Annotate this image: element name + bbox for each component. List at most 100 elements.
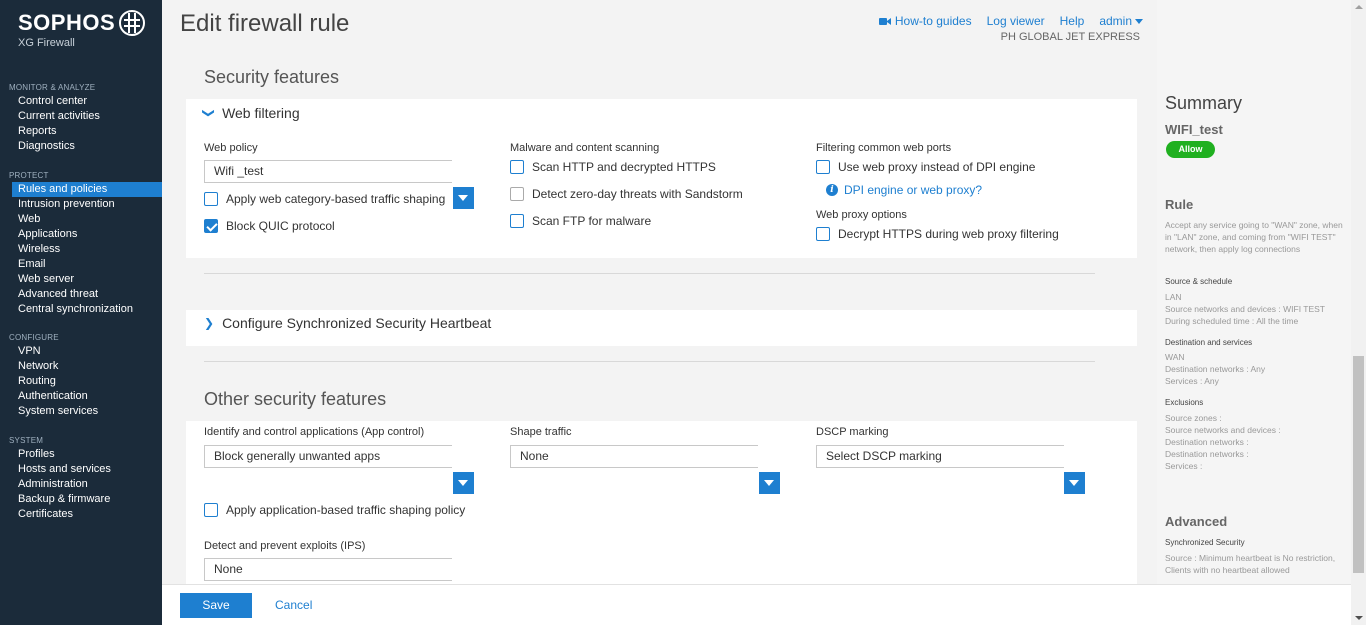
ips-label: Detect and prevent exploits (IPS)	[204, 540, 366, 552]
nav-system: SYSTEM Profiles Hosts and services Admin…	[0, 435, 162, 522]
scroll-up-arrow-icon[interactable]	[1355, 5, 1363, 9]
nav-item-central-synchronization[interactable]: Central synchronization	[0, 302, 162, 317]
app-control-select[interactable]: Block generally unwanted apps	[204, 445, 452, 468]
decrypt-https-checkbox[interactable]: Decrypt HTTPS during web proxy filtering	[816, 227, 1059, 241]
nav-item-applications[interactable]: Applications	[0, 227, 162, 242]
nav-heading-system: SYSTEM	[9, 436, 44, 445]
company-name: PH GLOBAL JET EXPRESS	[1000, 31, 1140, 43]
nav-item-reports[interactable]: Reports	[0, 124, 162, 139]
shape-traffic-dropdown-button[interactable]	[759, 472, 780, 494]
source-zone: LAN	[1165, 292, 1182, 302]
decrypt-https-label: Decrypt HTTPS during web proxy filtering	[838, 227, 1059, 241]
summary-panel: Summary WIFI_test Allow Rule Accept any …	[1157, 0, 1351, 584]
heartbeat-toggle[interactable]: ❯ Configure Synchronized Security Heartb…	[204, 315, 491, 331]
divider	[204, 361, 1095, 362]
chevron-down-icon: ❯	[202, 107, 217, 119]
checkbox-icon	[204, 503, 218, 517]
brand-name: SOPHOS	[18, 10, 116, 35]
nav-item-diagnostics[interactable]: Diagnostics	[0, 139, 162, 154]
dscp-dropdown-button[interactable]	[1064, 472, 1085, 494]
filtering-ports-label: Filtering common web ports	[816, 142, 952, 154]
nav-item-wireless[interactable]: Wireless	[0, 242, 162, 257]
page-scrollbar[interactable]	[1351, 0, 1366, 625]
chevron-right-icon: ❯	[204, 316, 215, 330]
scan-http-label: Scan HTTP and decrypted HTTPS	[532, 160, 716, 174]
nav-item-hosts-and-services[interactable]: Hosts and services	[0, 462, 162, 477]
exclusions-heading: Exclusions	[1165, 398, 1204, 407]
block-quic-checkbox[interactable]: Block QUIC protocol	[204, 219, 335, 233]
scrollbar-thumb[interactable]	[1353, 356, 1364, 573]
nav-item-rules-and-policies[interactable]: Rules and policies	[12, 182, 162, 197]
zero-day-checkbox[interactable]: Detect zero-day threats with Sandstorm	[510, 187, 743, 201]
brand-product: XG Firewall	[18, 37, 75, 49]
nav-monitor: MONITOR & ANALYZE Control center Current…	[0, 82, 162, 154]
sidebar: SOPHOS XG Firewall MONITOR & ANALYZE Con…	[0, 0, 162, 625]
howto-label: How-to guides	[894, 14, 972, 28]
nav-item-backup-firmware[interactable]: Backup & firmware	[0, 492, 162, 507]
dpi-or-proxy-link[interactable]: i DPI engine or web proxy?	[826, 183, 982, 197]
shape-traffic-select[interactable]: None	[510, 445, 758, 468]
nav-item-email[interactable]: Email	[0, 257, 162, 272]
nav-item-control-center[interactable]: Control center	[0, 94, 162, 109]
app-shaping-label: Apply application-based traffic shaping …	[226, 503, 466, 517]
source-networks: Source networks and devices : WIFI TEST	[1165, 304, 1325, 314]
nav-item-advanced-threat[interactable]: Advanced threat	[0, 287, 162, 302]
save-button[interactable]: Save	[180, 593, 252, 618]
admin-menu[interactable]: admin	[1099, 14, 1143, 28]
nav-configure: CONFIGURE VPN Network Routing Authentica…	[0, 332, 162, 419]
howto-link[interactable]: How-to guides	[878, 14, 972, 28]
sophos-logo-icon	[119, 10, 145, 36]
schedule: During scheduled time : All the time	[1165, 316, 1299, 326]
web-filtering-toggle[interactable]: ❯ Web filtering	[202, 105, 300, 121]
page-title: Edit firewall rule	[180, 10, 350, 37]
scan-ftp-checkbox[interactable]: Scan FTP for malware	[510, 214, 651, 228]
ips-select[interactable]: None	[204, 558, 452, 581]
dpi-or-proxy-label: DPI engine or web proxy?	[844, 183, 983, 197]
web-filtering-label: Web filtering	[222, 105, 300, 121]
action-badge: Allow	[1166, 141, 1215, 158]
checkbox-icon	[204, 192, 218, 206]
scan-http-checkbox[interactable]: Scan HTTP and decrypted HTTPS	[510, 160, 716, 174]
nav-heading-configure: CONFIGURE	[9, 333, 59, 342]
web-policy-label: Web policy	[204, 142, 258, 154]
help-link[interactable]: Help	[1060, 14, 1085, 28]
nav-item-certificates[interactable]: Certificates	[0, 507, 162, 522]
dscp-select[interactable]: Select DSCP marking	[816, 445, 1064, 468]
sync-security-heading: Synchronized Security	[1165, 538, 1245, 547]
cancel-button[interactable]: Cancel	[275, 593, 312, 618]
checkbox-checked-icon	[204, 219, 218, 233]
scroll-down-arrow-icon[interactable]	[1355, 616, 1363, 620]
header-links: How-to guides Log viewer Help admin	[878, 14, 1143, 28]
exclusion-destination-networks: Destination networks :	[1165, 449, 1249, 459]
apply-web-shaping-checkbox[interactable]: Apply web category-based traffic shaping	[204, 192, 445, 206]
log-viewer-link[interactable]: Log viewer	[987, 14, 1045, 28]
nav-item-administration[interactable]: Administration	[0, 477, 162, 492]
shape-traffic-label: Shape traffic	[510, 426, 572, 438]
nav-item-profiles[interactable]: Profiles	[0, 447, 162, 462]
nav-item-system-services[interactable]: System services	[0, 404, 162, 419]
rule-description: Accept any service going to "WAN" zone, …	[1165, 220, 1343, 254]
nav-item-routing[interactable]: Routing	[0, 374, 162, 389]
exclusion-destination-networks: Destination networks :	[1165, 437, 1249, 447]
block-quic-label: Block QUIC protocol	[226, 219, 335, 233]
nav-item-web-server[interactable]: Web server	[0, 272, 162, 287]
web-policy-select[interactable]: Wifi _test	[204, 160, 452, 183]
nav-item-intrusion-prevention[interactable]: Intrusion prevention	[0, 197, 162, 212]
nav-item-web[interactable]: Web	[0, 212, 162, 227]
app-control-dropdown-button[interactable]	[453, 472, 474, 494]
web-proxy-options-label: Web proxy options	[816, 209, 907, 221]
exclusion-services: Services :	[1165, 461, 1203, 471]
exclusion-source-zones: Source zones :	[1165, 413, 1222, 423]
info-icon: i	[826, 184, 838, 196]
admin-label: admin	[1099, 14, 1132, 28]
web-policy-dropdown-button[interactable]	[453, 187, 474, 209]
checkbox-icon	[816, 160, 830, 174]
app-shaping-checkbox[interactable]: Apply application-based traffic shaping …	[204, 503, 465, 517]
nav-item-current-activities[interactable]: Current activities	[0, 109, 162, 124]
nav-item-network[interactable]: Network	[0, 359, 162, 374]
malware-scanning-label: Malware and content scanning	[510, 142, 660, 154]
nav-item-vpn[interactable]: VPN	[0, 344, 162, 359]
summary-title: Summary	[1165, 93, 1243, 113]
nav-item-authentication[interactable]: Authentication	[0, 389, 162, 404]
use-web-proxy-checkbox[interactable]: Use web proxy instead of DPI engine	[816, 160, 1035, 174]
